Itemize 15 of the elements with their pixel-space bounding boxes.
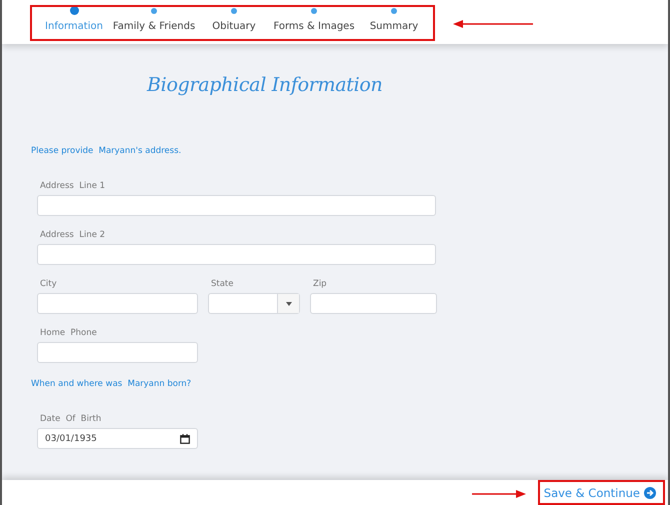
field-label: Date Of Birth — [40, 414, 102, 424]
step-tab[interactable]: Forms & Images — [274, 0, 354, 44]
question-text: When and where was Maryann born? — [31, 379, 192, 389]
step-tab[interactable]: Summary — [354, 0, 434, 44]
field-label: Home Phone — [40, 328, 97, 338]
section-heading: Biographical Information — [147, 74, 382, 96]
step-tab[interactable]: Family & Friends — [114, 0, 194, 44]
step-tab[interactable]: Obituary — [194, 0, 274, 44]
field-label: Zip — [313, 279, 327, 289]
field-label: Address Line 2 — [40, 230, 106, 240]
field-label: State — [211, 279, 234, 289]
field-label: City — [40, 279, 57, 289]
date-field[interactable]: 03/01/1935 — [37, 428, 198, 449]
field-label: Address Line 1 — [40, 181, 106, 191]
question-text: Please provide Maryann's address. — [31, 146, 182, 156]
